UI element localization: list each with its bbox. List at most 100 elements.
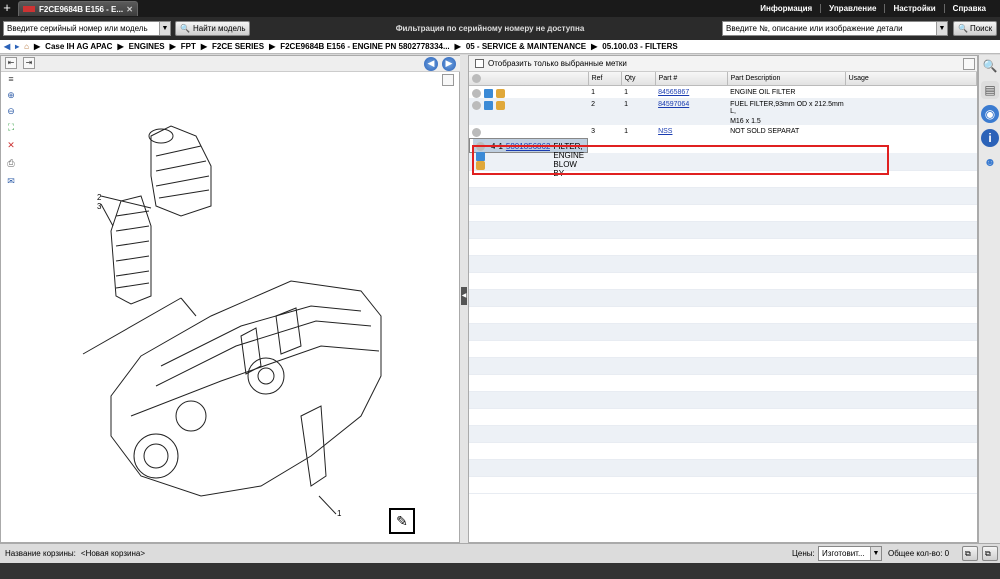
part-link[interactable]: 84597064	[658, 101, 689, 108]
filter-message: Фильтрация по серийному номеру не доступ…	[395, 24, 585, 33]
part-link[interactable]: 84565867	[658, 89, 689, 96]
search-button[interactable]: 🔍 Поиск	[953, 21, 998, 36]
col-usage[interactable]: Usage	[845, 72, 978, 86]
show-selected-row: Отобразить только выбранные метки	[469, 56, 977, 72]
add-to-cart-icon[interactable]	[472, 88, 481, 98]
breadcrumb-item[interactable]: ENGINES	[129, 42, 165, 51]
forward-arrow-icon[interactable]: ▸	[15, 42, 19, 51]
part-link[interactable]: NSS	[658, 128, 672, 135]
link-icon[interactable]	[484, 88, 493, 98]
table-row[interactable]: 1 1 84565867 ENGINE OIL FILTER	[469, 85, 977, 98]
box-icon[interactable]	[496, 101, 505, 110]
col-part[interactable]: Part #	[655, 72, 728, 86]
top-menu: Информация Управление Настройки Справка	[752, 0, 994, 17]
maximize-icon[interactable]	[963, 58, 975, 70]
breadcrumb-item[interactable]: FPT	[181, 42, 196, 51]
box-icon[interactable]	[496, 88, 505, 98]
user-chat-icon[interactable]: ☻	[981, 153, 999, 171]
serial-input[interactable]: Введите серийный номер или модель ▼	[3, 21, 171, 36]
zoom-out-icon[interactable]: ⊖	[4, 106, 18, 118]
table-row[interactable]: 2 1 84597064 FUEL FILTER,93mm OD x 212.5…	[469, 98, 977, 125]
table-row	[469, 476, 977, 494]
cart-open-button[interactable]: ⧉	[982, 546, 998, 561]
table-row	[469, 374, 977, 392]
next-page-icon[interactable]: ⇥	[23, 57, 35, 69]
search-icon[interactable]: 🔍	[981, 57, 999, 75]
menu-help[interactable]: Справка	[943, 4, 994, 13]
add-all-icon[interactable]	[472, 73, 481, 83]
tab-bar: + F2CE9684B E156 - E... ✕ Информация Упр…	[0, 0, 1000, 17]
link-icon[interactable]	[484, 101, 493, 110]
print-icon[interactable]: ⎙	[4, 158, 18, 170]
parts-table: Ref Qty Part # Part Description Usage 1 …	[469, 72, 978, 494]
sheet-icon[interactable]: ✎	[389, 508, 415, 534]
col-ref[interactable]: Ref	[588, 72, 622, 86]
globe-icon[interactable]: ◉	[981, 105, 999, 123]
info-icon[interactable]: i	[981, 129, 999, 147]
add-to-cart-icon[interactable]	[472, 101, 481, 110]
col-qty[interactable]: Qty	[621, 72, 656, 86]
cart-icon: ⧉	[985, 548, 991, 558]
prev-page-icon[interactable]: ⇤	[5, 57, 17, 69]
diagram-pane: ⇤ ⇥ ◀ ▶ ≡ ⊕ ⊖ ⛶ ✕ ⎙ ✉ 2 3 1 ✎	[0, 55, 461, 543]
breadcrumb-item[interactable]: 05.100.03 - FILTERS	[602, 42, 677, 51]
fit-icon[interactable]: ⛶	[4, 122, 18, 134]
list-icon[interactable]: ≡	[4, 74, 18, 86]
close-tab-icon[interactable]: ✕	[126, 5, 133, 14]
back-arrow-icon[interactable]: ◀	[4, 42, 10, 51]
breadcrumb-item[interactable]: F2CE SERIES	[212, 42, 264, 51]
table-row	[469, 255, 977, 273]
table-row	[469, 238, 977, 256]
collapse-handle-icon[interactable]: ◀	[461, 287, 467, 305]
clear-highlight-icon[interactable]: ✕	[4, 140, 18, 152]
table-row[interactable]: 3 1 NSS NOT SOLD SEPARAT	[469, 125, 977, 138]
brand-logo-icon	[23, 6, 35, 12]
chevron-down-icon[interactable]: ▼	[870, 547, 881, 560]
table-row	[469, 357, 977, 375]
table-row	[469, 340, 977, 358]
table-row	[469, 442, 977, 460]
nav-back-icon[interactable]: ◀	[424, 57, 438, 71]
cart-view-button[interactable]: ⧉	[962, 546, 978, 561]
table-row	[469, 391, 977, 409]
menu-manage[interactable]: Управление	[820, 4, 884, 13]
engine-diagram[interactable]: 2 3 1	[61, 116, 401, 516]
table-row	[469, 272, 977, 290]
highlight-box	[472, 145, 889, 175]
catalog-icon[interactable]: ▤	[981, 81, 999, 99]
breadcrumb-item[interactable]: 05 - SERVICE & MAINTENANCE	[466, 42, 586, 51]
status-bar: Название корзины: <Новая корзина> Цены: …	[0, 543, 1000, 563]
breadcrumb-item[interactable]: F2CE9684B E156 - ENGINE PN 5802778334...	[280, 42, 449, 51]
menu-info[interactable]: Информация	[752, 4, 820, 13]
show-selected-checkbox[interactable]	[475, 59, 484, 68]
find-model-button[interactable]: 🔍 Найти модель	[175, 21, 251, 36]
search-icon: 🔍	[958, 24, 968, 33]
window-icon: ⧉	[965, 548, 971, 558]
add-to-cart-icon[interactable]	[472, 128, 481, 137]
zoom-in-icon[interactable]: ⊕	[4, 90, 18, 102]
parts-pane: Отобразить только выбранные метки Ref Qt…	[468, 55, 978, 543]
home-icon[interactable]: ⌂	[24, 42, 29, 51]
pane-splitter[interactable]: ◀	[460, 55, 468, 543]
chevron-down-icon[interactable]: ▼	[159, 22, 170, 35]
maximize-icon[interactable]	[442, 74, 454, 86]
tab-active[interactable]: F2CE9684B E156 - E... ✕	[18, 1, 138, 16]
callout-3[interactable]: 3	[97, 202, 102, 211]
table-row	[469, 408, 977, 426]
col-desc[interactable]: Part Description	[727, 72, 846, 86]
table-row	[469, 306, 977, 324]
callout-2[interactable]: 2	[97, 193, 102, 202]
new-tab-icon[interactable]: +	[0, 0, 14, 17]
tab-title: F2CE9684B E156 - E...	[39, 4, 124, 14]
email-icon[interactable]: ✉	[4, 176, 18, 188]
nav-forward-icon[interactable]: ▶	[442, 57, 456, 71]
menu-settings[interactable]: Настройки	[884, 4, 943, 13]
cart-value[interactable]: <Новая корзина>	[81, 549, 145, 558]
table-row	[469, 187, 977, 205]
chevron-down-icon[interactable]: ▼	[936, 22, 947, 35]
table-row	[469, 204, 977, 222]
breadcrumb-item[interactable]: Case IH AG APAC	[45, 42, 112, 51]
callout-1[interactable]: 1	[337, 509, 342, 516]
prices-select[interactable]: Изготовит... ▼	[818, 546, 882, 561]
part-search-input[interactable]: Введите №, описание или изображение дета…	[722, 21, 948, 36]
